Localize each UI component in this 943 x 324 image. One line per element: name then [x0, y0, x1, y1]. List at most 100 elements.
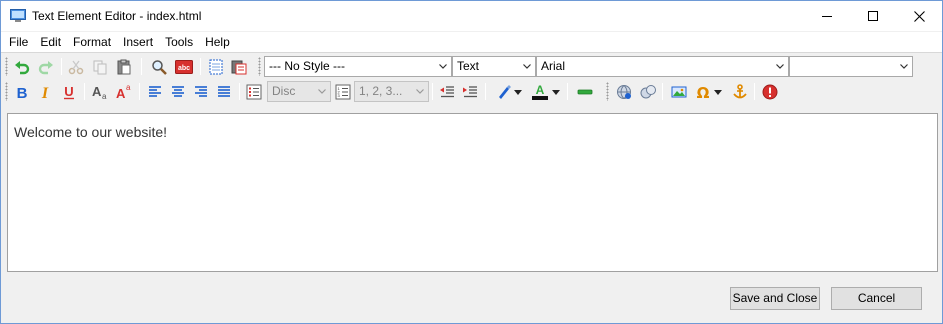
- menu-bar: File Edit Format Insert Tools Help: [1, 32, 942, 52]
- bullet-list-icon: [246, 84, 262, 100]
- remove-link-button[interactable]: [637, 81, 659, 103]
- insert-symbol-button[interactable]: Ω: [692, 81, 714, 103]
- select-all-icon: [209, 59, 223, 75]
- underline-button[interactable]: U: [58, 81, 80, 103]
- align-center-button[interactable]: [167, 81, 189, 103]
- window-title: Text Element Editor - index.html: [32, 9, 202, 23]
- toolbar-row-1: abc --- No Style --- Text Arial: [1, 54, 942, 79]
- info-warning-icon: [762, 84, 778, 100]
- bullet-style-select[interactable]: Disc: [267, 81, 331, 102]
- numbering-style-value: 1, 2, 3...: [359, 84, 403, 98]
- insert-symbol-dropdown[interactable]: [712, 81, 724, 103]
- block-select[interactable]: Text: [452, 56, 536, 77]
- insert-image-button[interactable]: [668, 81, 690, 103]
- cut-button[interactable]: [65, 56, 87, 78]
- image-icon: [671, 86, 687, 98]
- menu-insert[interactable]: Insert: [117, 32, 159, 52]
- menu-tools[interactable]: Tools: [159, 32, 199, 52]
- bold-button[interactable]: B: [11, 81, 33, 103]
- paste-special-button[interactable]: [228, 56, 250, 78]
- menu-file[interactable]: File: [3, 32, 34, 52]
- superscript-icon: Aa: [116, 84, 131, 100]
- chevron-down-icon: [900, 64, 908, 69]
- paste-icon: [117, 59, 131, 75]
- toolbar-area: abc --- No Style --- Text Arial B I U A …: [1, 52, 942, 104]
- minimize-button[interactable]: [804, 1, 850, 31]
- spellcheck-icon: abc: [175, 60, 193, 74]
- help-button[interactable]: [759, 81, 781, 103]
- paste-button[interactable]: [113, 56, 135, 78]
- align-right-button[interactable]: [190, 81, 212, 103]
- align-center-icon: [172, 86, 184, 97]
- svg-text:a: a: [126, 84, 131, 92]
- indent-button[interactable]: [459, 81, 481, 103]
- bullet-style-value: Disc: [272, 84, 296, 98]
- bullet-list-button[interactable]: [243, 81, 265, 103]
- spellcheck-button[interactable]: abc: [173, 56, 195, 78]
- subscript-icon: Aa: [92, 84, 107, 100]
- insert-link-button[interactable]: [613, 81, 635, 103]
- superscript-button[interactable]: Aa: [113, 81, 135, 103]
- unlink-icon: [640, 85, 656, 99]
- maximize-button[interactable]: [850, 1, 896, 31]
- chevron-down-icon: [416, 89, 424, 94]
- maximize-icon: [868, 11, 878, 21]
- font-select[interactable]: Arial: [536, 56, 789, 77]
- numbering-style-select[interactable]: 1, 2, 3...: [354, 81, 429, 102]
- app-icon: [10, 9, 26, 22]
- menu-format[interactable]: Format: [67, 32, 117, 52]
- align-left-icon: [149, 86, 161, 97]
- highlight-color-dropdown[interactable]: [512, 81, 524, 103]
- subscript-button[interactable]: Aa: [89, 81, 111, 103]
- select-all-button[interactable]: [205, 56, 227, 78]
- svg-text:I: I: [41, 85, 49, 100]
- chevron-down-icon: [318, 89, 326, 94]
- font-color-button[interactable]: A: [529, 81, 551, 103]
- outdent-icon: [440, 86, 454, 98]
- svg-text:abc: abc: [178, 65, 190, 72]
- toolbar-grip: [606, 82, 609, 101]
- justify-button[interactable]: [213, 81, 235, 103]
- font-select-value: Arial: [541, 59, 566, 73]
- cut-icon: [68, 60, 84, 75]
- copy-button[interactable]: [89, 56, 111, 78]
- find-button[interactable]: [148, 56, 170, 78]
- horizontal-rule-button[interactable]: [574, 81, 596, 103]
- close-icon: [913, 10, 925, 22]
- copy-icon: [93, 60, 107, 75]
- italic-button[interactable]: I: [34, 81, 56, 103]
- svg-text:A: A: [116, 86, 126, 100]
- cancel-button[interactable]: Cancel: [831, 287, 922, 310]
- caret-down-icon: [514, 89, 522, 95]
- indent-icon: [463, 86, 477, 98]
- align-left-button[interactable]: [144, 81, 166, 103]
- svg-text:A: A: [536, 83, 545, 97]
- toolbar-row-2: B I U Aa Aa Disc 1 2 3 1, 2, 3... A Ω: [1, 79, 942, 104]
- redo-button[interactable]: [35, 56, 57, 78]
- style-select-value: --- No Style ---: [269, 59, 345, 73]
- anchor-icon: [733, 84, 747, 99]
- svg-text:a: a: [102, 92, 107, 100]
- chevron-down-icon: [776, 64, 784, 69]
- save-and-close-button[interactable]: Save and Close: [730, 287, 820, 310]
- omega-icon: Ω: [697, 84, 710, 100]
- close-button[interactable]: [896, 1, 942, 31]
- menu-edit[interactable]: Edit: [34, 32, 67, 52]
- style-select[interactable]: --- No Style ---: [264, 56, 452, 77]
- font-color-dropdown[interactable]: [550, 81, 562, 103]
- numbered-list-icon: 123: [335, 84, 351, 100]
- magnifier-icon: [152, 60, 167, 75]
- outdent-button[interactable]: [436, 81, 458, 103]
- font-size-select[interactable]: [789, 56, 913, 77]
- undo-button[interactable]: [11, 56, 33, 78]
- align-right-icon: [195, 86, 207, 97]
- insert-anchor-button[interactable]: [729, 81, 751, 103]
- bold-icon: B: [17, 85, 28, 100]
- editor-content-area[interactable]: Welcome to our website!: [7, 113, 938, 272]
- highlighter-icon: [499, 85, 511, 99]
- caret-down-icon: [552, 89, 560, 95]
- horizontal-rule-icon: [577, 89, 593, 95]
- justify-icon: [218, 86, 230, 97]
- numbered-list-button[interactable]: 123: [332, 81, 354, 103]
- menu-help[interactable]: Help: [199, 32, 236, 52]
